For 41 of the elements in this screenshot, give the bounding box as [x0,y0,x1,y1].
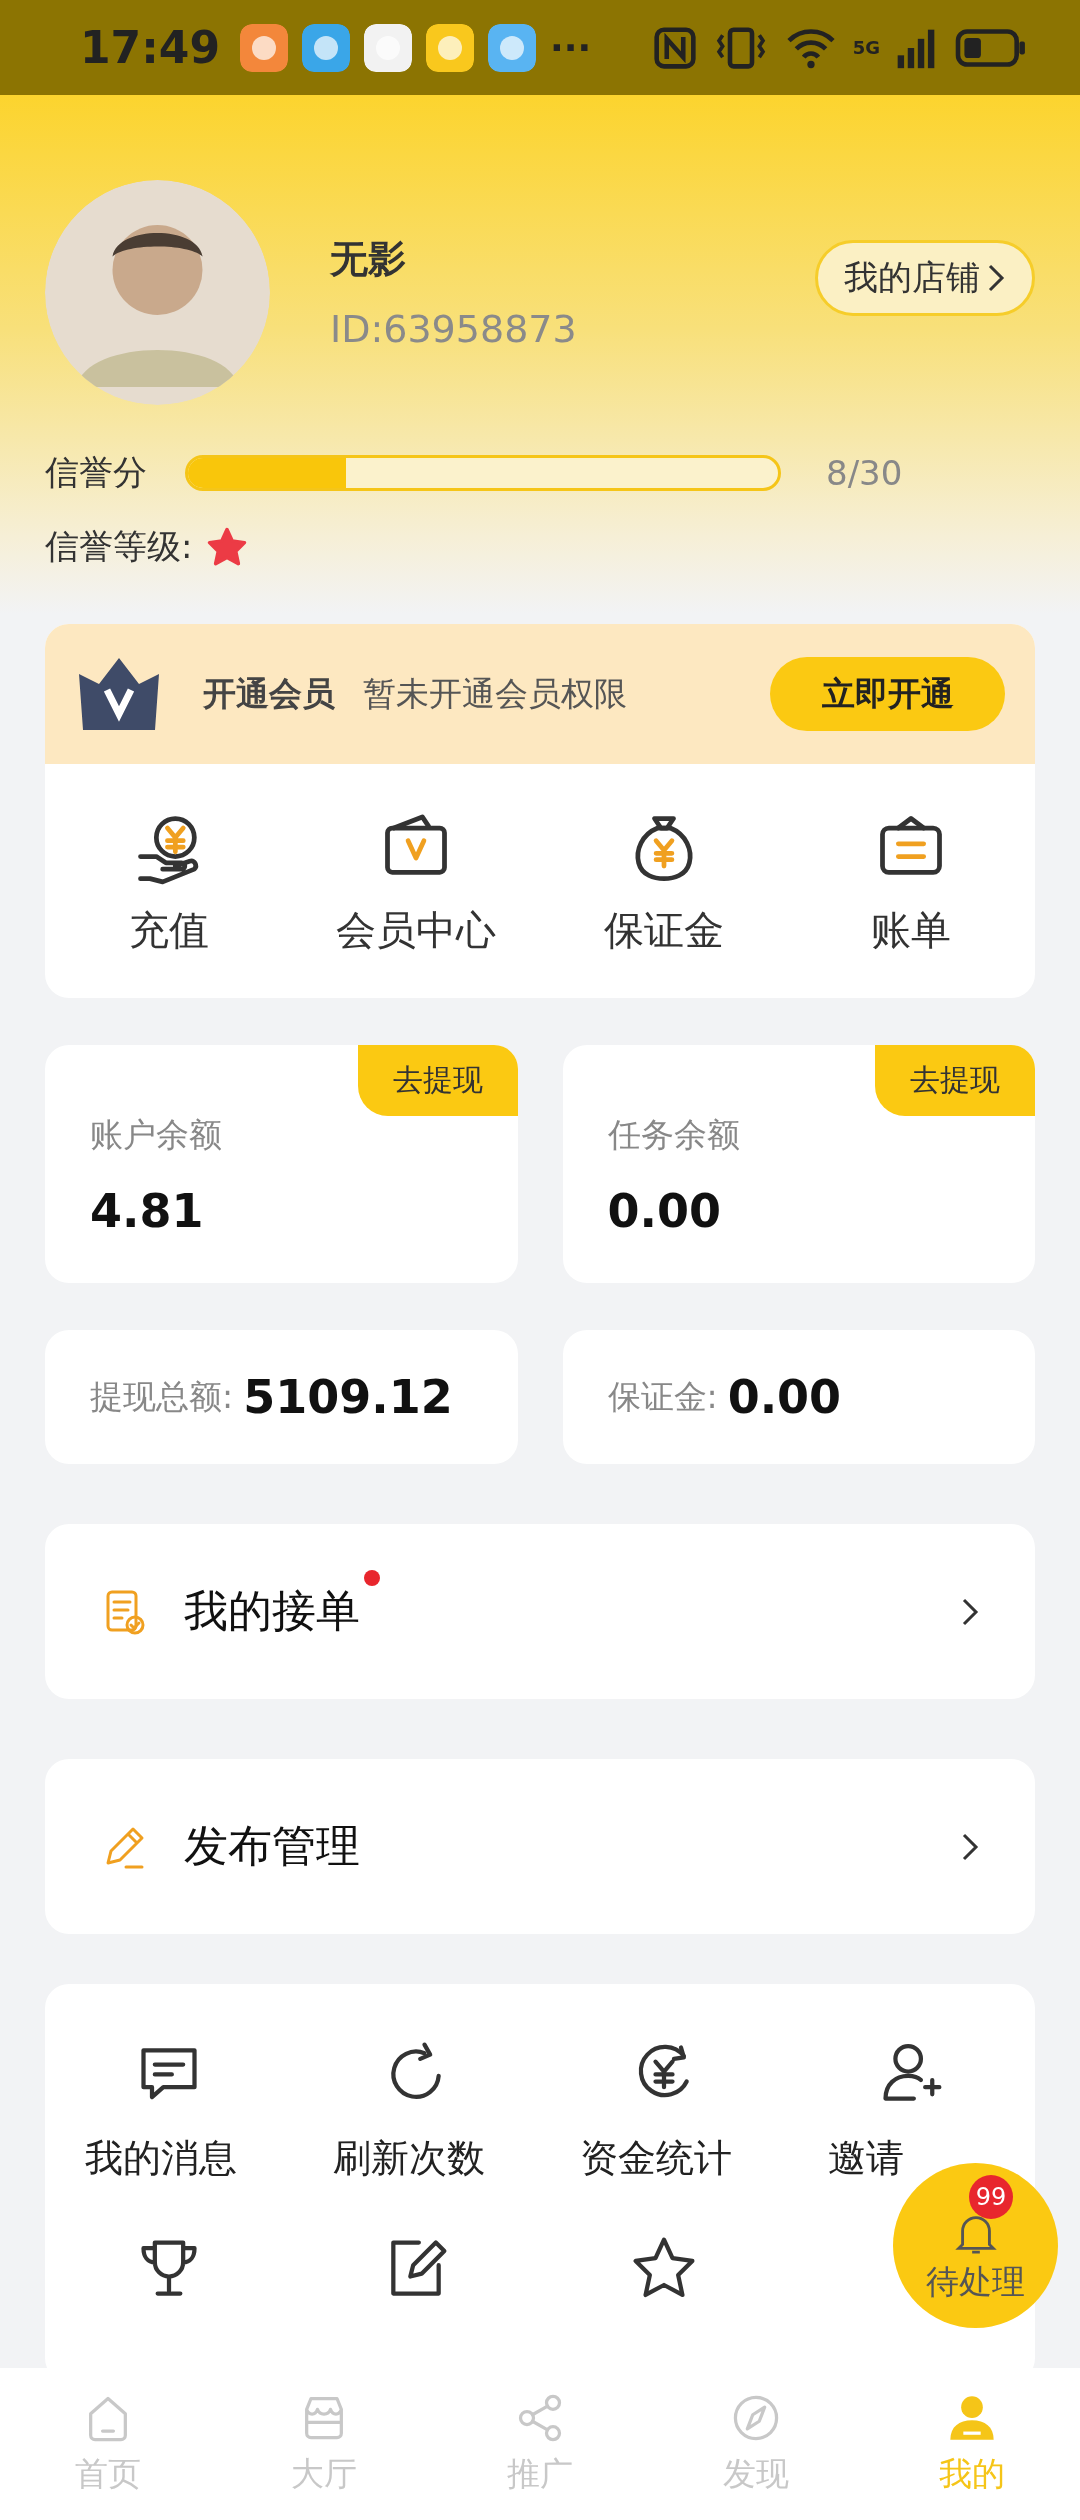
my-store-button[interactable]: 我的店铺 [815,239,1035,316]
total-label: 提现总额: [90,1375,234,1418]
quick-action-label[interactable]: 充值 [128,903,209,958]
chevron-right-icon [986,262,1006,293]
menu-row[interactable]: 发布管理 [45,1759,1035,1934]
user-id: ID:63958873 [330,307,578,351]
credit-score-label: 信誉分 [45,451,148,494]
credit-level-label: 信誉等级: [45,525,193,568]
withdraw-button[interactable]: 去提现 [875,1045,1035,1116]
tool-label[interactable]: 刷新次数 [332,2136,485,2180]
membership-status: 暂未开通会员权限 [363,672,628,715]
total-value: 0.00 [727,1370,842,1424]
menu-row[interactable]: 我的接单 [45,1524,1035,1699]
total-value: 5109.12 [243,1370,453,1424]
star-icon [206,526,249,568]
more-notifications: ··· [550,27,592,68]
app-notification-icon [302,23,351,72]
pending-count-badge: 99 [969,2175,1013,2219]
tool-label[interactable]: 我的消息 [85,2136,238,2180]
credit-score-reading: 8/30 [826,453,903,493]
tool-label[interactable]: 资金统计 [580,2136,733,2180]
app-notification-icon [488,23,537,72]
app-notification-icon [364,23,413,72]
menu-label: 发布管理 [184,1819,360,1873]
quick-action-label[interactable]: 会员中心 [336,903,497,958]
app-notification-icon [240,23,289,72]
quick-action-label[interactable]: 账单 [871,903,952,958]
total-label: 保证金: [607,1375,718,1418]
app-notification-icon [426,23,475,72]
balance-label: 账户余额 [90,1114,223,1156]
status-time: 17:49 [80,22,221,73]
menu-label: 我的接单 [184,1582,360,1641]
balance-label: 任务余额 [607,1114,741,1156]
quick-action-label[interactable]: 保证金 [603,903,724,958]
activate-button[interactable]: 立即开通 [770,657,1005,731]
membership-title: 开通会员 [203,672,335,715]
network-type: 5G [852,37,880,58]
withdraw-button[interactable]: 去提现 [357,1045,518,1116]
balance-value: 4.81 [90,1184,205,1238]
balance-value: 0.00 [607,1184,722,1238]
user-name: 无影 [330,236,407,283]
